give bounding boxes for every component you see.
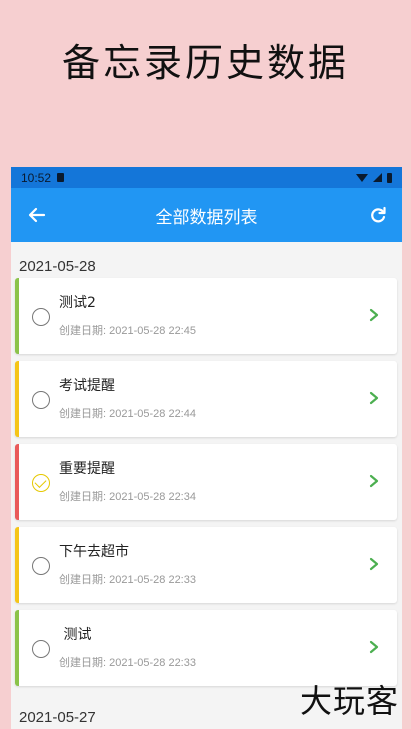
chevron-right-icon[interactable] (365, 306, 383, 324)
unchecked-circle-icon[interactable] (32, 557, 50, 575)
battery-icon (387, 172, 392, 183)
memo-created-date: 创建日期: 2021-05-28 22:34 (59, 488, 196, 504)
memo-title: 测试2 (59, 295, 96, 311)
created-date-label: 创建日期: (59, 574, 107, 586)
memo-created-date: 创建日期: 2021-05-28 22:33 (59, 571, 196, 587)
phone-screen: 10:52 全部数据列表 2021-05-28 测试2 创建日期: 2021-05-… (11, 167, 402, 729)
chevron-right-icon[interactable] (365, 638, 383, 656)
wifi-icon (356, 173, 368, 182)
unchecked-circle-icon[interactable] (32, 308, 50, 326)
status-icons (356, 172, 392, 183)
arrow-left-icon[interactable] (25, 203, 49, 227)
memo-title: 测试 (59, 627, 92, 643)
status-bar: 10:52 (11, 167, 402, 188)
created-date-label: 创建日期: (59, 325, 107, 337)
date-group-header: 2021-05-28 (19, 258, 96, 275)
memo-created-date: 创建日期: 2021-05-28 22:33 (59, 654, 196, 670)
created-date-label: 创建日期: (59, 491, 107, 503)
chevron-right-icon[interactable] (365, 389, 383, 407)
memo-card[interactable]: 下午去超市创建日期: 2021-05-28 22:33 (15, 527, 397, 603)
promo-title: 备忘录历史数据 (61, 41, 349, 85)
created-date-label: 创建日期: (59, 408, 107, 420)
app-bar: 全部数据列表 (11, 188, 402, 242)
memo-card[interactable]: 测试创建日期: 2021-05-28 22:33 (15, 610, 397, 686)
refresh-icon[interactable] (366, 203, 390, 227)
sim-icon (57, 173, 65, 182)
memo-created-date: 创建日期: 2021-05-28 22:45 (59, 322, 196, 338)
memo-title: 下午去超市 (59, 544, 129, 560)
memo-created-date: 创建日期: 2021-05-28 22:44 (59, 405, 196, 421)
created-date-value: 2021-05-28 22:44 (109, 408, 196, 420)
watermark: 大玩客 (299, 682, 399, 720)
chevron-right-icon[interactable] (365, 472, 383, 490)
created-date-value: 2021-05-28 22:34 (109, 491, 196, 503)
memo-card[interactable]: 重要提醒创建日期: 2021-05-28 22:34 (15, 444, 397, 520)
memo-card[interactable]: 测试2 创建日期: 2021-05-28 22:45 (15, 278, 397, 354)
memo-list: 2021-05-28 测试2 创建日期: 2021-05-28 22:45 考试提醒创… (11, 242, 402, 729)
memo-title: 考试提醒 (59, 378, 115, 394)
memo-card[interactable]: 考试提醒创建日期: 2021-05-28 22:44 (15, 361, 397, 437)
status-time: 10:52 (21, 170, 52, 185)
created-date-label: 创建日期: (59, 657, 107, 669)
chevron-right-icon[interactable] (365, 555, 383, 573)
unchecked-circle-icon[interactable] (32, 391, 50, 409)
unchecked-circle-icon[interactable] (32, 640, 50, 658)
page-title: 全部数据列表 (155, 207, 258, 228)
checked-circle-icon[interactable] (32, 474, 50, 492)
signal-icon (373, 173, 382, 182)
created-date-value: 2021-05-28 22:33 (109, 574, 196, 586)
created-date-value: 2021-05-28 22:33 (109, 657, 196, 669)
memo-title: 重要提醒 (59, 461, 115, 477)
created-date-value: 2021-05-28 22:45 (109, 325, 196, 337)
